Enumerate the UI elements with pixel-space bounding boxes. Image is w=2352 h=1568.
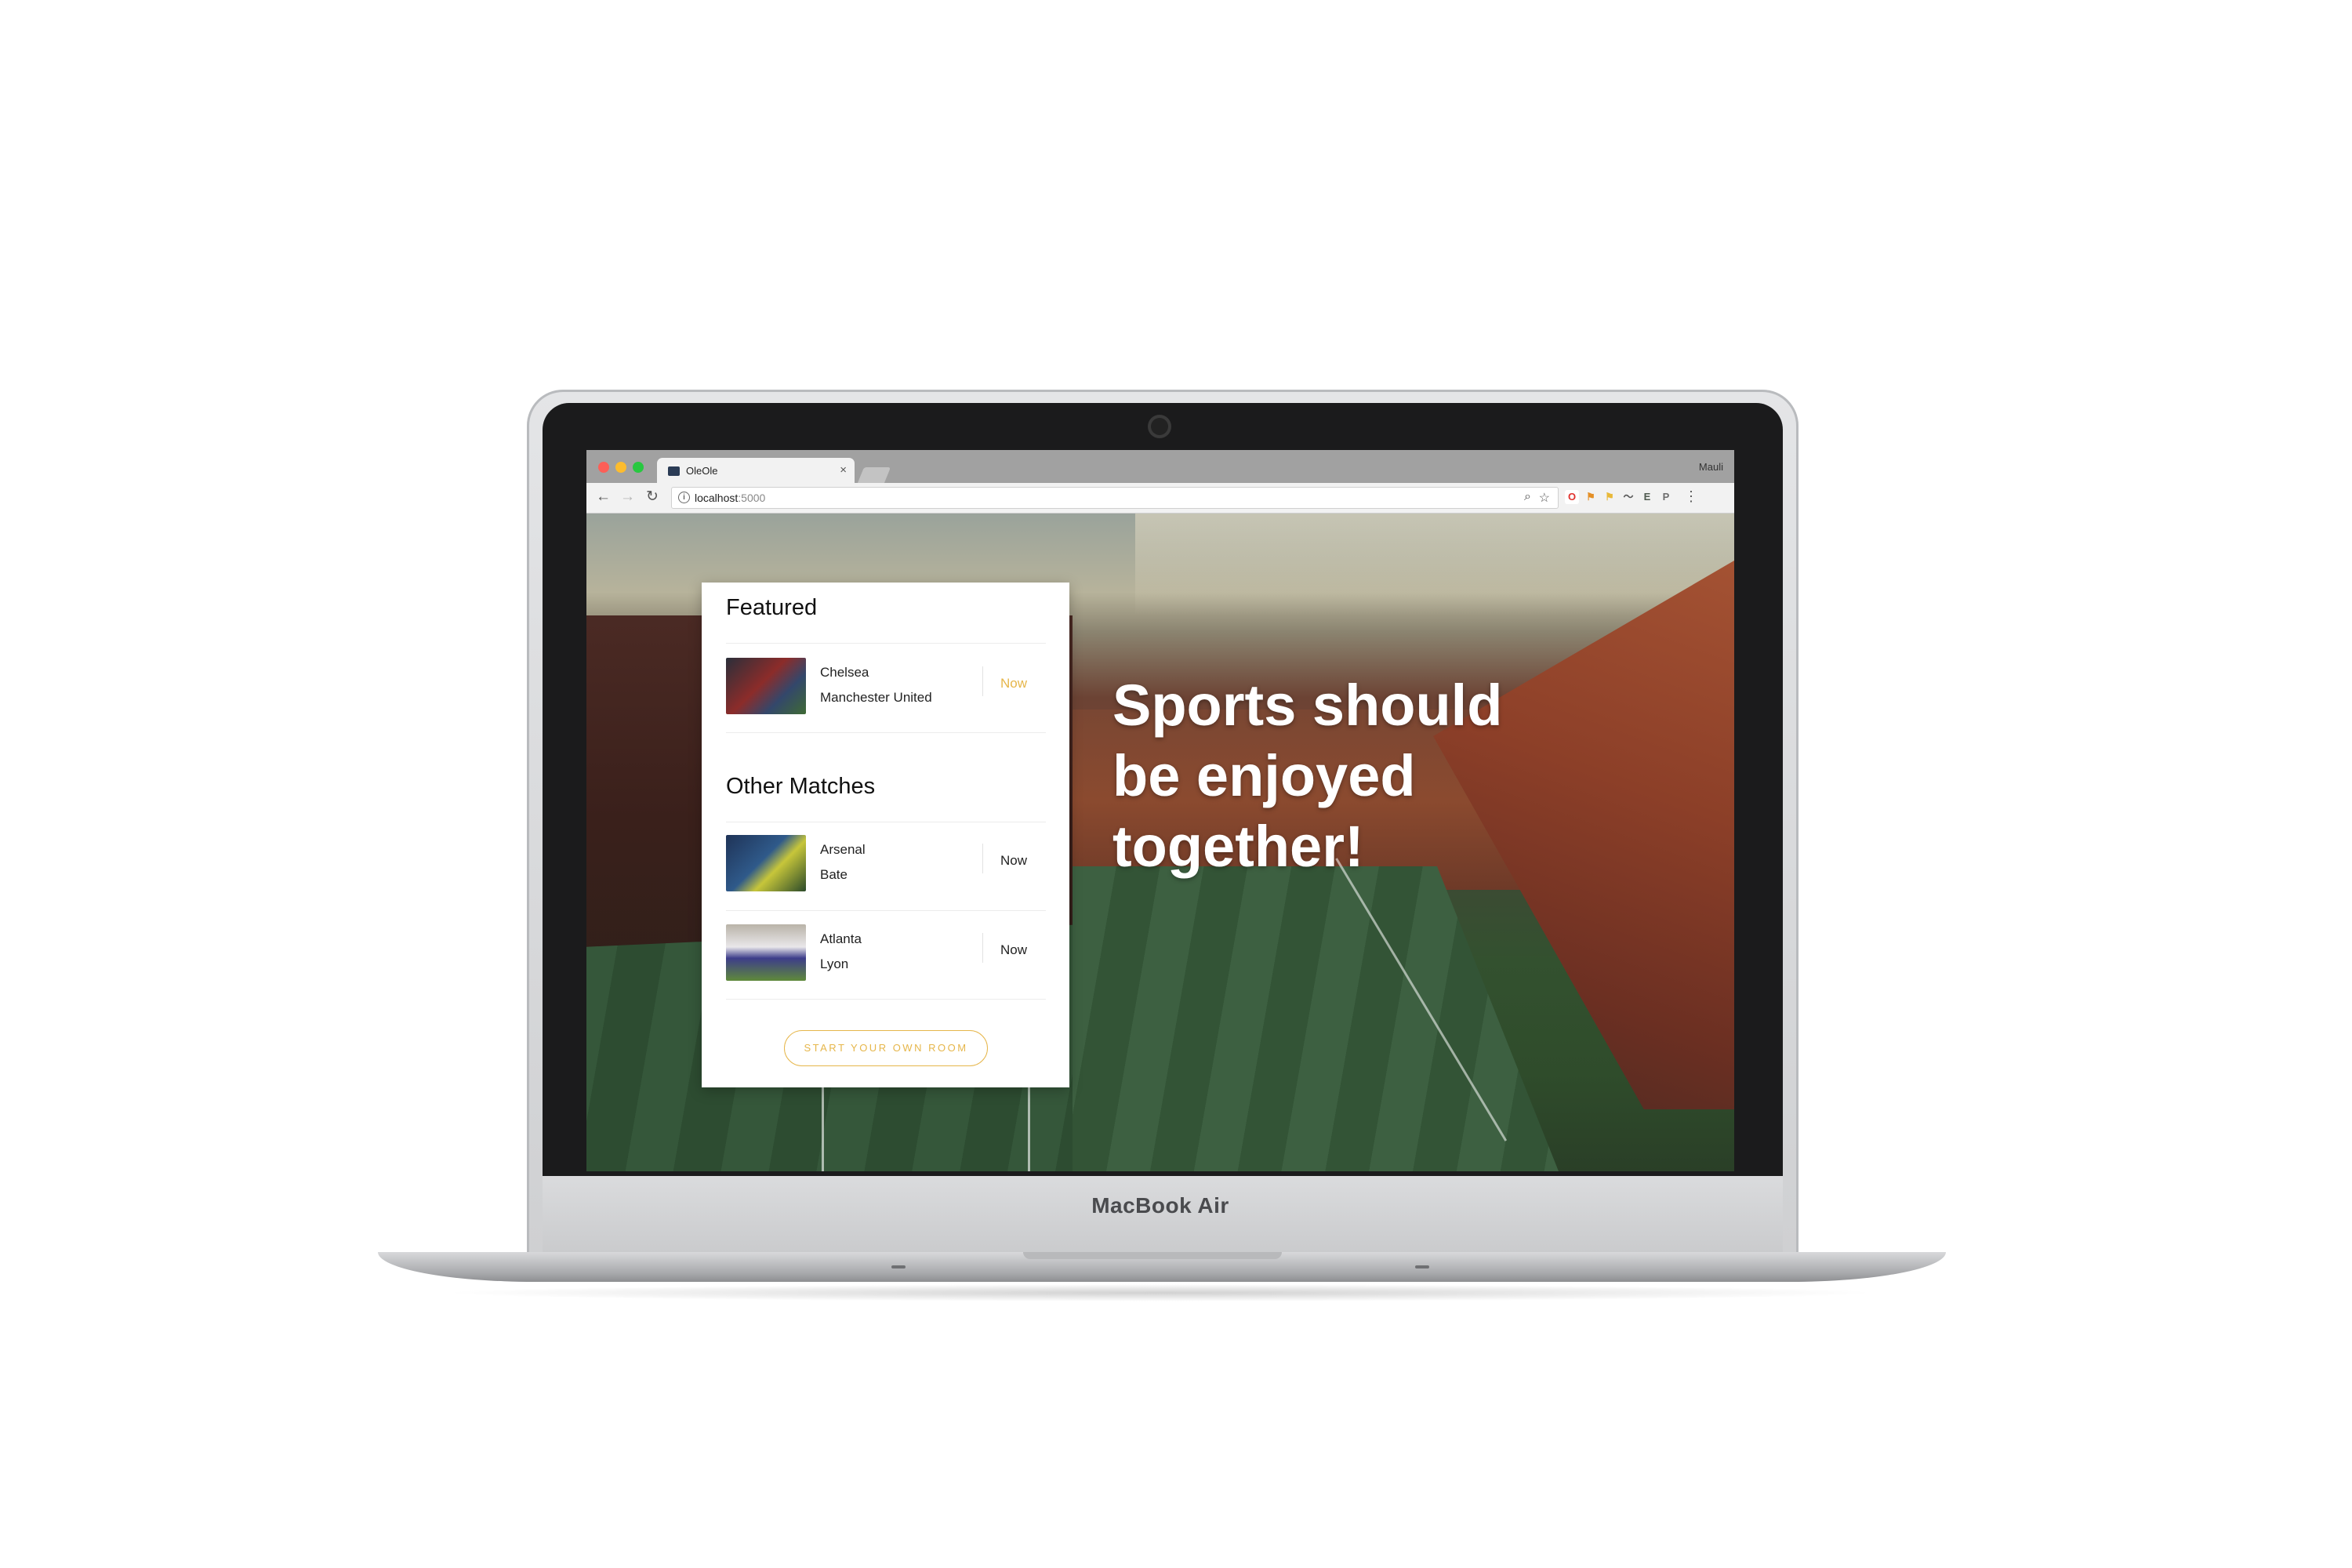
profile-name[interactable]: Mauli bbox=[1699, 461, 1723, 473]
window-minimize-button[interactable] bbox=[615, 462, 626, 473]
paypal-glyph: P bbox=[1662, 491, 1670, 503]
row-separator bbox=[982, 666, 983, 696]
laptop-foot bbox=[1415, 1265, 1429, 1269]
bookmark-star-icon[interactable]: ☆ bbox=[1539, 490, 1550, 506]
url-port: :5000 bbox=[738, 492, 766, 504]
hero-headline: Sports should be enjoyed together! bbox=[1112, 670, 1614, 882]
match-thumbnail bbox=[726, 924, 806, 981]
reload-icon[interactable]: ↻ bbox=[646, 488, 659, 506]
base-notch bbox=[1023, 1252, 1282, 1259]
new-tab-button[interactable] bbox=[857, 467, 891, 483]
team-home: Atlanta bbox=[820, 931, 862, 946]
zoom-icon[interactable]: ⌕ bbox=[1524, 490, 1531, 504]
divider bbox=[726, 910, 1046, 911]
team-away: Manchester United bbox=[820, 690, 932, 705]
start-room-button[interactable]: START YOUR OWN ROOM bbox=[784, 1030, 988, 1066]
laptop-foot bbox=[891, 1265, 906, 1269]
flag-glyph: ⚑ bbox=[1586, 491, 1595, 503]
bookmark-flag-glyph: ⚑ bbox=[1605, 491, 1614, 503]
wave-glyph: 〜 bbox=[1623, 491, 1634, 503]
matches-card: Featured Chelsea Manchester United Now O… bbox=[702, 583, 1069, 1087]
featured-heading: Featured bbox=[726, 595, 818, 620]
row-separator bbox=[982, 933, 983, 963]
browser-tab-bar: OleOle × Mauli bbox=[586, 450, 1734, 483]
hero-line: be enjoyed bbox=[1112, 743, 1416, 808]
browser-toolbar: ← → ↻ i localhost:5000 ⌕ ☆ O ⚑ ⚑ 〜 E P ⋮ bbox=[586, 483, 1734, 514]
site-info-icon[interactable]: i bbox=[678, 492, 690, 503]
row-separator bbox=[982, 844, 983, 873]
tab-close-icon[interactable]: × bbox=[840, 463, 847, 477]
background-sky bbox=[1135, 514, 1734, 615]
divider bbox=[726, 643, 1046, 644]
camera-icon bbox=[1151, 418, 1168, 435]
base-shadow bbox=[439, 1284, 1882, 1301]
address-url: localhost:5000 bbox=[695, 492, 765, 504]
match-status: Now bbox=[1000, 676, 1028, 691]
team-away: Bate bbox=[820, 867, 848, 882]
match-status: Now bbox=[1000, 942, 1028, 957]
tab-title: OleOle bbox=[686, 465, 718, 477]
flag-icon[interactable]: ⚑ bbox=[1584, 490, 1598, 504]
team-home: Arsenal bbox=[820, 842, 866, 857]
hero-line: Sports should bbox=[1112, 673, 1503, 738]
opera-glyph: O bbox=[1567, 491, 1577, 503]
other-matches-heading: Other Matches bbox=[726, 774, 876, 799]
device-brand-label: MacBook Air bbox=[1091, 1193, 1229, 1218]
more-menu-icon[interactable]: ⋮ bbox=[1684, 488, 1698, 505]
team-away: Lyon bbox=[820, 956, 849, 971]
opera-icon[interactable]: O bbox=[1565, 490, 1579, 504]
other-match-row[interactable]: Atlanta Lyon Now bbox=[726, 916, 1046, 981]
team-home: Chelsea bbox=[820, 665, 869, 680]
forward-arrow-icon[interactable]: → bbox=[620, 488, 635, 506]
tab-favicon-icon bbox=[668, 466, 680, 476]
window-zoom-button[interactable] bbox=[633, 462, 644, 473]
hero-line: together! bbox=[1112, 814, 1364, 879]
paypal-icon[interactable]: P bbox=[1659, 490, 1673, 504]
divider bbox=[726, 732, 1046, 733]
browser-tab[interactable]: OleOle × bbox=[657, 458, 855, 483]
wave-icon[interactable]: 〜 bbox=[1621, 490, 1635, 504]
evernote-icon[interactable]: E bbox=[1640, 490, 1654, 504]
match-status: Now bbox=[1000, 853, 1028, 868]
address-bar[interactable]: i localhost:5000 ⌕ ☆ bbox=[671, 487, 1559, 509]
back-arrow-icon[interactable]: ← bbox=[596, 488, 611, 506]
match-thumbnail bbox=[726, 658, 806, 714]
other-match-row[interactable]: Arsenal Bate Now bbox=[726, 826, 1046, 891]
window-close-button[interactable] bbox=[598, 462, 609, 473]
url-host: localhost bbox=[695, 492, 739, 504]
divider bbox=[726, 999, 1046, 1000]
match-thumbnail bbox=[726, 835, 806, 891]
page-content: Featured Chelsea Manchester United Now O… bbox=[586, 514, 1734, 1171]
evernote-glyph: E bbox=[1643, 491, 1651, 503]
featured-match-row[interactable]: Chelsea Manchester United Now bbox=[726, 649, 1046, 714]
background-pitch-stripes bbox=[1073, 866, 1559, 1171]
bookmark-flag-icon[interactable]: ⚑ bbox=[1602, 490, 1617, 504]
screen: OleOle × Mauli ← → ↻ i localhost:5000 ⌕ … bbox=[586, 450, 1734, 1171]
